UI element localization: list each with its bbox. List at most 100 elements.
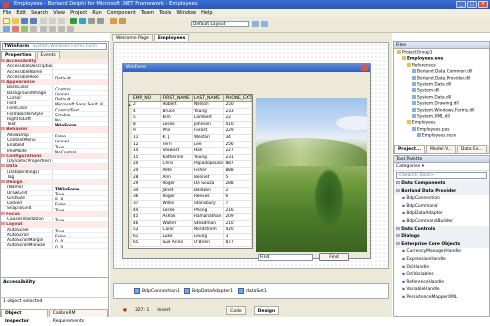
table-row[interactable]: 14 Stewart Hall 227: [129, 148, 252, 155]
grid-column-header[interactable]: EMP_NO: [132, 95, 162, 101]
menu-item-run[interactable]: Run: [92, 9, 102, 17]
run-icon[interactable]: [70, 18, 77, 24]
find-button[interactable]: Find: [319, 253, 349, 261]
view-unit-icon[interactable]: [21, 25, 28, 32]
palette-item[interactable]: ▪ ReferenceHandle: [394, 279, 489, 287]
code-tab[interactable]: Code: [226, 306, 246, 315]
project-bottom-tab[interactable]: Data Ex...: [456, 145, 487, 153]
align-bottom-icon[interactable]: [67, 25, 74, 32]
toggle-form-icon[interactable]: [12, 25, 19, 32]
menu-item-team[interactable]: Team: [141, 9, 154, 17]
menu-item-help[interactable]: Help: [201, 9, 212, 17]
table-row[interactable]: 9 Phil Forest 229: [129, 128, 252, 135]
palette-item[interactable]: ▪ OclVariables: [394, 271, 489, 279]
find-input[interactable]: Find: [258, 254, 313, 261]
build-icon[interactable]: [119, 18, 126, 24]
copy-icon[interactable]: [49, 18, 56, 24]
palette-item[interactable]: ▪ BdpCommand: [394, 203, 489, 211]
table-row[interactable]: 61 Luke Leung 3: [129, 233, 252, 241]
menu-item-component[interactable]: Component: [107, 9, 136, 17]
palette-category[interactable]: ⊟ Data Components: [394, 180, 489, 188]
menu-item-view[interactable]: View: [53, 9, 65, 17]
align-right-icon[interactable]: [49, 25, 56, 32]
table-row[interactable]: 24 Pete Fisher 888: [129, 167, 252, 175]
table-row[interactable]: 20 Chris Papadopoulos 887: [129, 161, 252, 168]
table-row[interactable]: 37 Willie Stansbury 7: [129, 200, 252, 208]
palette-item[interactable]: ▪ CurrencyManagerHandle: [394, 248, 489, 256]
palette-item[interactable]: ▪ BdpCommandBuilder: [394, 218, 489, 226]
table-row[interactable]: 34 Janet Baldwin 2: [129, 187, 252, 195]
tree-item[interactable]: Employees.resx: [394, 133, 489, 139]
table-row[interactable]: 65 Sue Anne O'Brien 877: [129, 240, 252, 248]
palette-item[interactable]: ▪ OclHandle: [394, 264, 489, 272]
menu-item-window[interactable]: Window: [176, 9, 196, 17]
tray-component[interactable]: dataSet1: [238, 288, 267, 294]
palette-category[interactable]: ⊟ Data Controls: [394, 225, 489, 234]
table-row[interactable]: 4 Bruce Young 233: [129, 108, 252, 116]
open-icon[interactable]: [12, 18, 19, 24]
table-row[interactable]: 5 Kim Lambert 22: [129, 115, 252, 122]
table-row[interactable]: 28 Ann Bennet 5: [129, 174, 252, 182]
winform[interactable]: WinForm EMP_NO FIRST_NAME LAST_NAME PHONE_E…: [122, 63, 371, 261]
data-grid[interactable]: EMP_NO FIRST_NAME LAST_NAME PHONE_EXT ▸ 2 Rob…: [128, 94, 253, 249]
inspector-bottom-tab[interactable]: CalibreRM Requirements: [48, 309, 108, 324]
editor-tab[interactable]: Welcome Page: [112, 34, 153, 41]
grid-column-header[interactable]: LAST_NAME: [193, 95, 225, 101]
table-row[interactable]: 11 K. J. Weston 34: [129, 134, 252, 142]
cut-icon[interactable]: [40, 18, 47, 24]
project-bottom-tab[interactable]: Model V...: [426, 145, 456, 153]
set-debug-layout-icon[interactable]: [261, 21, 268, 27]
table-row[interactable]: 52 Carol Nordstrom 420: [129, 227, 252, 234]
project-bottom-tab[interactable]: Project...: [394, 145, 426, 153]
tray-component[interactable]: BdpConnection1: [134, 288, 180, 294]
palette-item[interactable]: ▪ ExpressionHandle: [394, 256, 489, 264]
menu-item-edit[interactable]: Edit: [16, 9, 26, 17]
component-combo[interactable]: TWinForm System.Windows.Forms.Form: [2, 43, 107, 50]
palette-item[interactable]: ▪ BdpDataAdapter: [394, 210, 489, 218]
save-all-icon[interactable]: [30, 18, 37, 24]
palette-item[interactable]: ▪ PersistenceMapperXML: [394, 294, 489, 302]
table-row[interactable]: ▸ 2 Robert Nelson 250: [129, 102, 252, 109]
tray-component[interactable]: BdpDataAdapter1: [184, 288, 233, 294]
grid-column-header[interactable]: PHONE_EXT: [224, 95, 252, 101]
categories-button[interactable]: Categories ▾: [394, 163, 489, 171]
table-row[interactable]: 46 Walter Steadman 210: [129, 220, 252, 228]
palette-category[interactable]: ⊟ Enterprise Core Objects: [394, 240, 489, 249]
paste-icon[interactable]: [58, 18, 65, 24]
tab-properties[interactable]: Properties: [1, 51, 36, 59]
save-icon[interactable]: [21, 18, 28, 24]
tab-events[interactable]: Events: [36, 51, 60, 59]
step-icon[interactable]: [88, 18, 95, 24]
search-tools-input[interactable]: <Search Tools>: [396, 172, 487, 179]
grid-column-header[interactable]: FIRST_NAME: [161, 95, 193, 101]
pause-icon[interactable]: [79, 18, 86, 24]
open-project-icon[interactable]: [3, 25, 10, 32]
table-row[interactable]: 45 Ashok Ramanathan 209: [129, 214, 252, 221]
minimize-button[interactable]: _: [456, 1, 466, 8]
table-row[interactable]: 12 Terri Lee 256: [129, 141, 252, 149]
menu-item-file[interactable]: File: [3, 9, 11, 17]
table-row[interactable]: 8 Leslie Johnson 410: [129, 121, 252, 129]
table-row[interactable]: 36 Roger Reeves 6: [129, 194, 252, 201]
align-top-icon[interactable]: [58, 25, 65, 32]
new-icon[interactable]: [3, 18, 10, 24]
table-row[interactable]: 44 Leslie Phong 216: [129, 207, 252, 215]
maximize-button[interactable]: □: [467, 1, 477, 8]
palette-item[interactable]: ▪ VariableHandle: [394, 286, 489, 294]
new-form-icon[interactable]: [30, 25, 37, 32]
table-row[interactable]: 15 Katherine Young 231: [129, 154, 252, 162]
align-left-icon[interactable]: [40, 25, 47, 32]
trace-icon[interactable]: [97, 18, 104, 24]
design-tab[interactable]: Design: [253, 306, 280, 315]
layout-combo[interactable]: Default Layout: [191, 21, 249, 27]
close-button[interactable]: ×: [478, 1, 488, 8]
palette-item[interactable]: ▪ BdpConnection: [394, 195, 489, 203]
inspector-bottom-tab[interactable]: Object Inspector: [1, 309, 48, 324]
table-row[interactable]: 29 Roger De Souza 288: [129, 181, 252, 188]
editor-tab[interactable]: Employees: [153, 34, 190, 41]
palette-category[interactable]: ⊟ Borland Data Provider: [394, 187, 489, 196]
menu-item-search[interactable]: Search: [31, 9, 48, 17]
menu-item-tools[interactable]: Tools: [159, 9, 171, 17]
palette-category[interactable]: ⊟ Dialogs: [394, 233, 489, 241]
menu-item-project[interactable]: Project: [70, 9, 87, 17]
